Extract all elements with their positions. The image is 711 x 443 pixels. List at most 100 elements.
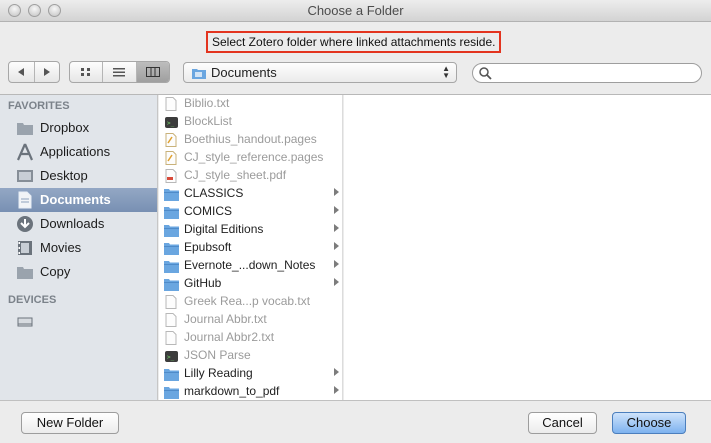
folder-row[interactable]: markdown_to_pdf <box>159 383 342 401</box>
toolbar: Documents ▲ ▼ <box>0 58 711 88</box>
item-name: Boethius_handout.pages <box>184 132 317 146</box>
icon-view-icon <box>81 68 91 76</box>
sidebar-item-downloads[interactable]: Downloads <box>0 212 157 236</box>
forward-button[interactable] <box>35 62 60 82</box>
sidebar-item-copy[interactable]: Copy <box>0 260 157 284</box>
item-name: GitHub <box>184 276 222 290</box>
folder-icon <box>17 123 33 135</box>
location-popup[interactable]: Documents ▲ ▼ <box>183 62 457 83</box>
cancel-button[interactable]: Cancel <box>528 412 597 434</box>
new-folder-button[interactable]: New Folder <box>21 412 119 434</box>
folder-row[interactable]: Evernote_...down_Notes <box>159 257 342 275</box>
pages-document-icon <box>165 151 177 165</box>
sidebar-item-label: Desktop <box>40 168 88 183</box>
folder-icon <box>164 207 179 219</box>
sidebar-item-dropbox[interactable]: Dropbox <box>0 116 157 140</box>
item-name: COMICS <box>184 204 232 218</box>
list-view-button[interactable] <box>103 62 137 82</box>
folder-icon <box>164 189 179 201</box>
folder-row[interactable]: Lilly Reading <box>159 365 342 383</box>
chevron-right-icon <box>334 368 339 376</box>
file-row: Journal Abbr.txt <box>159 311 342 329</box>
popup-arrows-icon: ▲ ▼ <box>442 64 450 80</box>
choose-button[interactable]: Choose <box>612 412 686 434</box>
text-file-icon <box>165 97 177 111</box>
text-file-icon <box>165 295 177 309</box>
sidebar-item-label: Downloads <box>40 216 105 231</box>
sidebar-item-device[interactable] <box>0 310 157 334</box>
applications-icon <box>16 143 34 161</box>
item-name: Evernote_...down_Notes <box>184 258 316 272</box>
prompt-area: Select Zotero folder where linked attach… <box>0 22 711 58</box>
item-name: JSON Parse <box>184 348 251 362</box>
search-input[interactable] <box>497 66 692 80</box>
svg-text:>_: >_ <box>167 354 175 361</box>
text-file-icon <box>165 313 177 327</box>
sidebar-item-desktop[interactable]: Desktop <box>0 164 157 188</box>
chevron-right-icon <box>334 278 339 286</box>
folder-row[interactable]: COMICS <box>159 203 342 221</box>
file-row: Journal Abbr2.txt <box>159 329 342 347</box>
chevron-right-icon <box>334 386 339 394</box>
movies-icon <box>18 241 32 255</box>
downloads-icon <box>17 216 33 232</box>
pages-document-icon <box>165 133 177 147</box>
back-forward-control <box>8 61 60 83</box>
sidebar-item-label: Dropbox <box>40 120 90 135</box>
list-view-icon <box>113 68 126 77</box>
documents-folder-icon <box>192 69 206 79</box>
bottom-bar: New Folder Cancel Choose <box>0 400 711 443</box>
item-name: Lilly Reading <box>184 366 253 380</box>
chevron-right-icon <box>334 260 339 268</box>
back-arrow-icon <box>18 68 25 76</box>
sidebar: FAVORITES Dropbox Applications Desktop D… <box>0 95 158 401</box>
item-name: CLASSICS <box>184 186 244 200</box>
back-button[interactable] <box>9 62 35 82</box>
item-name: CJ_style_reference.pages <box>184 150 324 164</box>
file-row: CJ_style_sheet.pdf <box>159 167 342 185</box>
sidebar-item-documents[interactable]: Documents <box>0 188 157 212</box>
folder-row[interactable]: Epubsoft <box>159 239 342 257</box>
item-name: CJ_style_sheet.pdf <box>184 168 287 182</box>
file-row: CJ_style_reference.pages <box>159 149 342 167</box>
item-name: Journal Abbr2.txt <box>184 330 275 344</box>
folder-icon <box>164 369 179 381</box>
sidebar-item-label: Documents <box>40 192 111 207</box>
prompt-message: Select Zotero folder where linked attach… <box>206 31 501 53</box>
view-mode-control <box>69 61 170 83</box>
chevron-right-icon <box>334 224 339 232</box>
item-name: Greek Rea...p vocab.txt <box>184 294 311 308</box>
executable-icon: >_ <box>165 117 178 128</box>
folder-row[interactable]: GitHub <box>159 275 342 293</box>
folder-row[interactable]: CLASSICS <box>159 185 342 203</box>
sidebar-item-label: Copy <box>40 264 71 279</box>
sidebar-item-label: Applications <box>40 144 111 159</box>
forward-arrow-icon <box>43 68 50 76</box>
file-row: >_ BlockList <box>159 113 342 131</box>
drive-icon <box>17 317 33 327</box>
file-row: Biblio.txt <box>159 95 342 113</box>
executable-icon: >_ <box>165 351 178 362</box>
sidebar-item-applications[interactable]: Applications <box>0 140 157 164</box>
sidebar-item-movies[interactable]: Movies <box>0 236 157 260</box>
window-title: Choose a Folder <box>307 3 404 18</box>
location-label: Documents <box>211 65 277 80</box>
icon-view-button[interactable] <box>70 62 104 82</box>
title-bar: Choose a Folder <box>0 0 711 22</box>
folder-row[interactable]: Digital Editions <box>159 221 342 239</box>
desktop-icon <box>17 170 33 182</box>
sidebar-item-label: Movies <box>40 240 82 255</box>
folder-icon <box>164 243 179 255</box>
folder-icon <box>164 225 179 237</box>
search-field[interactable] <box>472 63 702 83</box>
browser-column-1: Biblio.txt >_ BlockList Boethius_handout.pa… <box>159 95 343 401</box>
browser-column-2 <box>344 95 711 401</box>
item-name: BlockList <box>184 114 233 128</box>
chevron-right-icon <box>334 188 339 196</box>
column-view-button[interactable] <box>136 62 169 82</box>
folder-icon <box>164 387 179 399</box>
search-icon <box>479 67 492 80</box>
column-view-icon <box>145 67 160 77</box>
file-row: >_ JSON Parse <box>159 347 342 365</box>
documents-icon <box>18 191 32 209</box>
